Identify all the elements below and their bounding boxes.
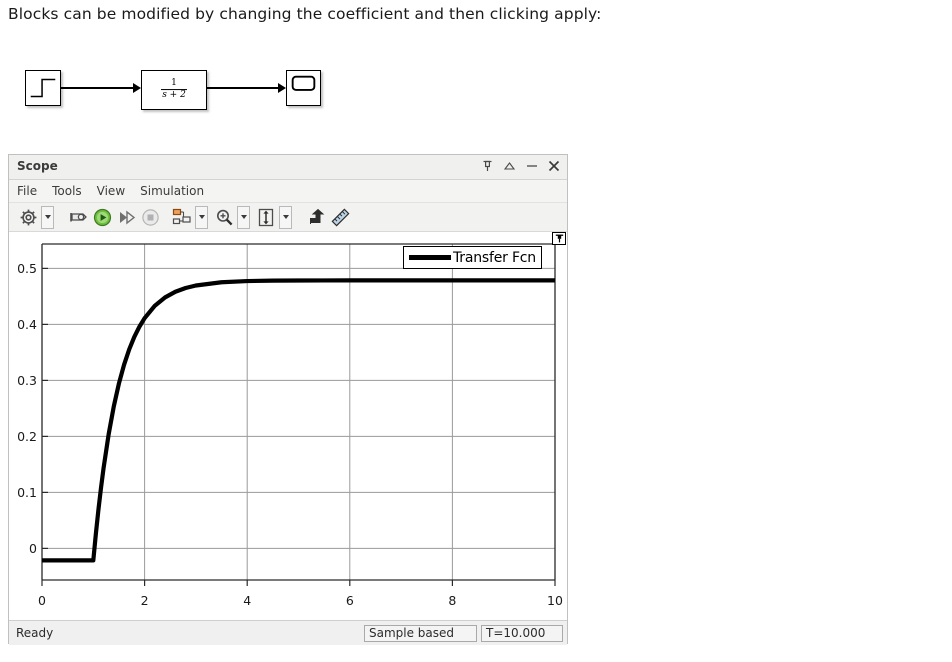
autoscale-dropdown[interactable]: [279, 205, 292, 229]
y-tick-label: 0.1: [17, 485, 37, 500]
transfer-function-numerator: 1: [171, 78, 177, 89]
page-title: Blocks can be modified by changing the c…: [8, 5, 602, 23]
close-icon-glyph: [548, 160, 559, 172]
menu-simulation[interactable]: Simulation: [140, 184, 204, 198]
pin-icon[interactable]: [480, 158, 495, 174]
status-message: Ready: [16, 626, 54, 640]
stop-icon: [139, 206, 161, 228]
scope-titlebar: Scope: [9, 155, 567, 180]
bring-to-front-icon[interactable]: [305, 206, 327, 228]
x-tick-label: 0: [38, 593, 46, 608]
measurements-icon[interactable]: [329, 206, 351, 228]
signal-arrow-tf-input: [133, 83, 141, 93]
legend-label: Transfer Fcn: [453, 249, 536, 266]
layout-dropdown[interactable]: [195, 205, 208, 229]
magnifier-plus-icon-glyph: [216, 209, 232, 225]
step-forward-icon[interactable]: [115, 206, 137, 228]
layout-icon-glyph: [172, 208, 191, 225]
x-tick-label: 4: [243, 593, 251, 608]
x-tick-label: 2: [141, 593, 149, 608]
x-tick-label: 6: [346, 593, 354, 608]
legend-color-swatch: [409, 255, 451, 260]
menu-file[interactable]: File: [17, 184, 37, 198]
run-icon[interactable]: [91, 206, 113, 228]
stop-icon-glyph: [141, 208, 159, 226]
y-tick-label: 0.2: [17, 429, 37, 444]
scope-toolbar: [9, 203, 567, 232]
step-response-chart: 0.5 0.4 0.3 0.2 0.1 0 0 2 4 6 8 10: [17, 243, 563, 608]
transfer-function-denominator: s + 2: [162, 90, 186, 101]
y-tick-label: 0: [29, 541, 37, 556]
chart-gridlines: [42, 244, 555, 580]
y-tick-label: 0.5: [17, 261, 37, 276]
configuration-properties-dropdown[interactable]: [41, 205, 54, 229]
scope-menubar: File Tools View Simulation: [9, 180, 567, 203]
play-icon-glyph: [93, 208, 111, 226]
status-simulation-time: T=10.000: [481, 624, 563, 642]
chart-x-ticks: [41, 580, 556, 586]
layout-icon[interactable]: [171, 206, 193, 228]
y-tick-label: 0.4: [17, 317, 37, 332]
signal-line-step-to-tf: [61, 87, 134, 89]
scope-screen-icon: [291, 75, 316, 91]
configuration-properties-icon[interactable]: [17, 206, 39, 228]
undock-icon-glyph: [504, 162, 515, 170]
scope-block[interactable]: [286, 70, 321, 106]
plot-pin-icon-glyph: [555, 234, 563, 243]
ruler-icon-glyph: [331, 208, 349, 226]
y-tick-label: 0.3: [17, 373, 37, 388]
step-forward-icon-glyph: [119, 210, 135, 224]
step-block[interactable]: [25, 70, 61, 106]
signal-arrow-scope-input: [278, 83, 286, 93]
autoscale-icon-glyph: [258, 208, 274, 226]
chart-legend[interactable]: Transfer Fcn: [403, 246, 542, 269]
x-tick-label: 8: [448, 593, 456, 608]
chart-y-ticklabels: 0.5 0.4 0.3 0.2 0.1 0: [17, 261, 37, 556]
plot-pin-icon[interactable]: [552, 232, 566, 245]
menu-view[interactable]: View: [97, 184, 125, 198]
bring-to-front-icon-glyph: [309, 208, 324, 224]
window-controls: [480, 158, 561, 174]
menu-tools[interactable]: Tools: [52, 184, 82, 198]
scope-plot-area[interactable]: 0.5 0.4 0.3 0.2 0.1 0 0 2 4 6 8 10 Trans…: [9, 232, 567, 620]
close-icon[interactable]: [546, 158, 561, 174]
scope-window-title: Scope: [17, 159, 58, 173]
print-icon-glyph: [69, 212, 87, 221]
minimize-icon-glyph: [526, 165, 537, 167]
signal-line-tf-to-scope: [207, 87, 279, 89]
autoscale-icon[interactable]: [255, 206, 277, 228]
scope-window: Scope File Tools View Simulation 0.5 0.4…: [8, 154, 568, 645]
zoom-in-icon[interactable]: [213, 206, 235, 228]
simulink-model-canvas: 1 s + 2: [0, 48, 952, 143]
minimize-icon[interactable]: [524, 158, 539, 174]
undock-icon[interactable]: [502, 158, 517, 174]
print-icon[interactable]: [67, 206, 89, 228]
chart-series-transfer-fcn: [42, 278, 555, 563]
step-waveform-icon: [30, 78, 56, 98]
status-sample-mode: Sample based: [364, 624, 477, 642]
scope-statusbar: Ready Sample based T=10.000: [9, 620, 567, 645]
transfer-function-block[interactable]: 1 s + 2: [141, 70, 207, 110]
chart-y-ticks: [42, 267, 48, 549]
zoom-dropdown[interactable]: [237, 205, 250, 229]
pin-icon-glyph: [483, 160, 492, 171]
chart-axes-frame: [41, 243, 556, 581]
x-tick-label: 10: [547, 593, 563, 608]
chart-x-ticklabels: 0 2 4 6 8 10: [38, 593, 563, 608]
gear-icon-glyph: [20, 209, 36, 225]
transfer-function-expression: 1 s + 2: [142, 78, 206, 101]
